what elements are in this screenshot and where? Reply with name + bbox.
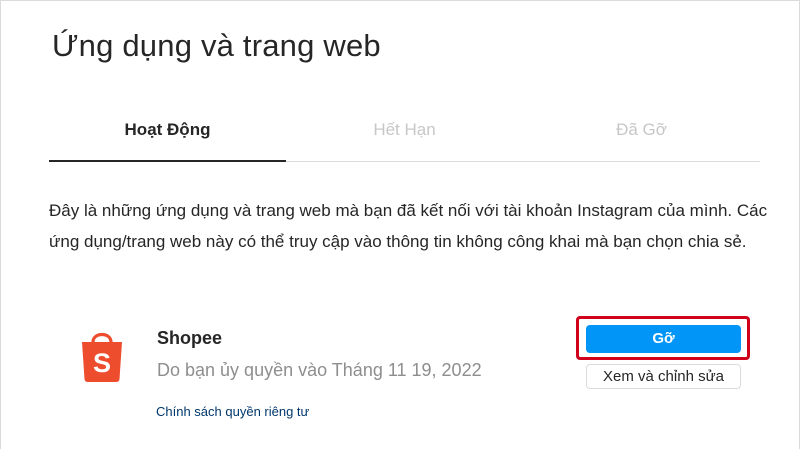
view-edit-button[interactable]: Xem và chỉnh sửa xyxy=(586,364,741,389)
app-name: Shopee xyxy=(157,328,223,348)
tab-active[interactable]: Hoạt Động xyxy=(49,104,286,162)
remove-button[interactable]: Gỡ xyxy=(586,325,741,353)
shopee-logo-letter: S xyxy=(93,348,111,378)
privacy-policy-link[interactable]: Chính sách quyền riêng tư xyxy=(156,404,309,419)
tab-expired[interactable]: Hết Hạn xyxy=(286,104,523,161)
shopee-bag-icon: S xyxy=(82,332,122,382)
app-authorized-date: Do bạn ủy quyền vào Tháng 11 19, 2022 xyxy=(157,360,482,380)
page-title: Ứng dụng và trang web xyxy=(52,28,381,63)
tab-removed[interactable]: Đã Gỡ xyxy=(523,104,760,161)
tab-bar: Hoạt Động Hết Hạn Đã Gỡ xyxy=(49,104,760,162)
description-text: Đây là những ứng dụng và trang web mà bạ… xyxy=(49,201,768,251)
